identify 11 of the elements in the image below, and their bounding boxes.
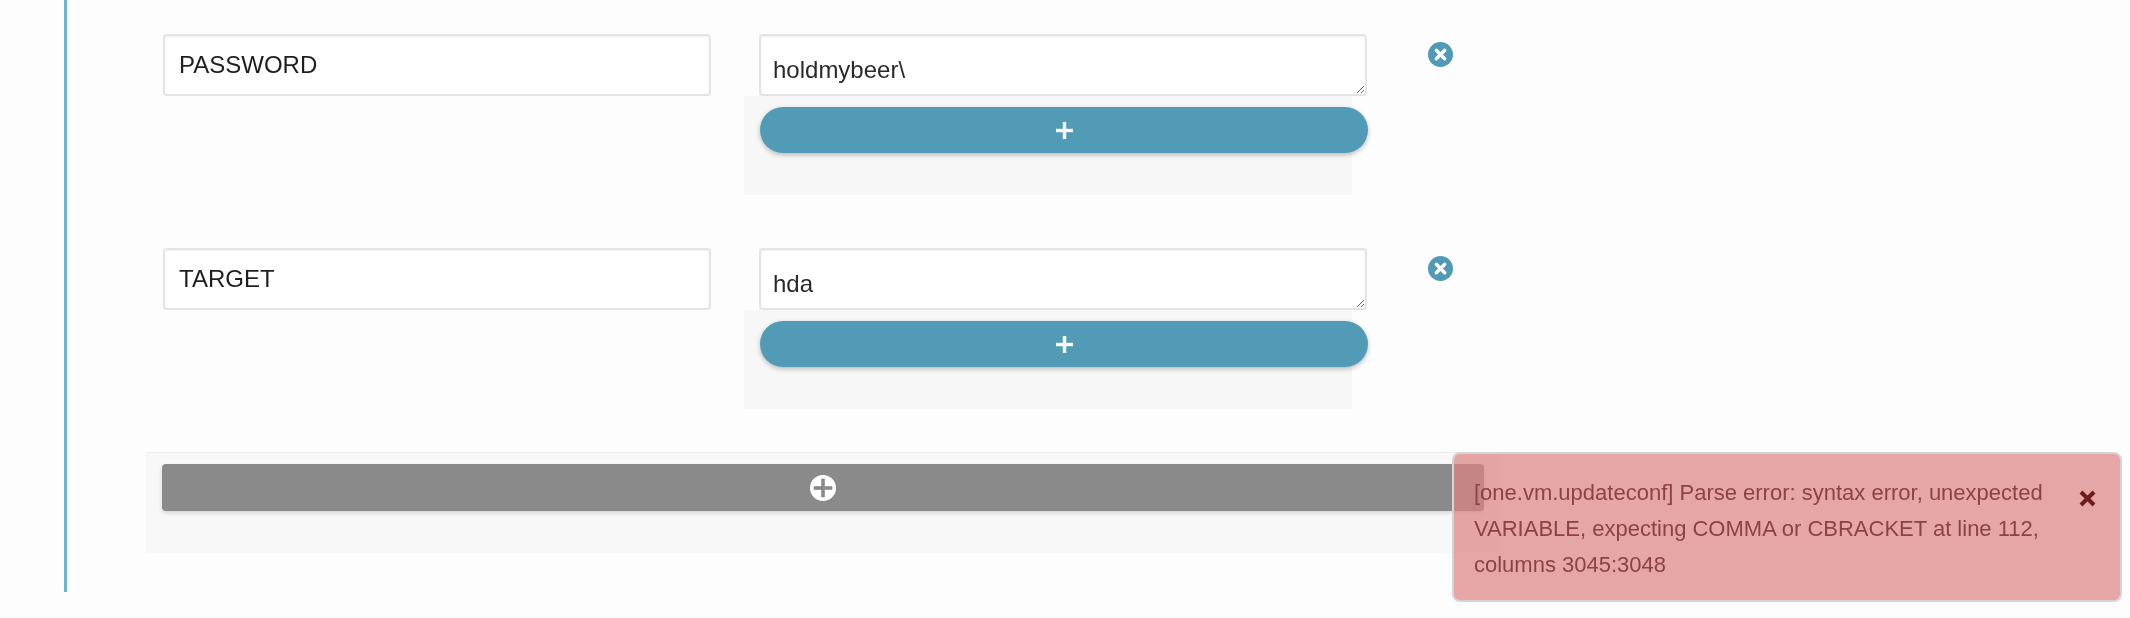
remove-icon[interactable] xyxy=(1428,256,1453,281)
remove-icon[interactable] xyxy=(1428,42,1453,67)
key-field[interactable]: PASSWORD xyxy=(163,34,711,96)
notification-message: [one.vm.updateconf] Parse error: syntax error, unexpected VARIABLE, expecting COMMA or CBRACKET at line 112, columns 3045:3048 xyxy=(1474,479,2044,579)
close-icon[interactable] xyxy=(2079,490,2096,507)
key-field[interactable]: TARGET xyxy=(163,248,711,310)
plus-icon xyxy=(1055,335,1073,353)
value-field[interactable]: holdmybeer\ xyxy=(759,34,1367,96)
plus-circle-icon xyxy=(810,474,836,501)
plus-icon xyxy=(1055,121,1073,139)
value-field[interactable]: hda xyxy=(759,248,1367,310)
